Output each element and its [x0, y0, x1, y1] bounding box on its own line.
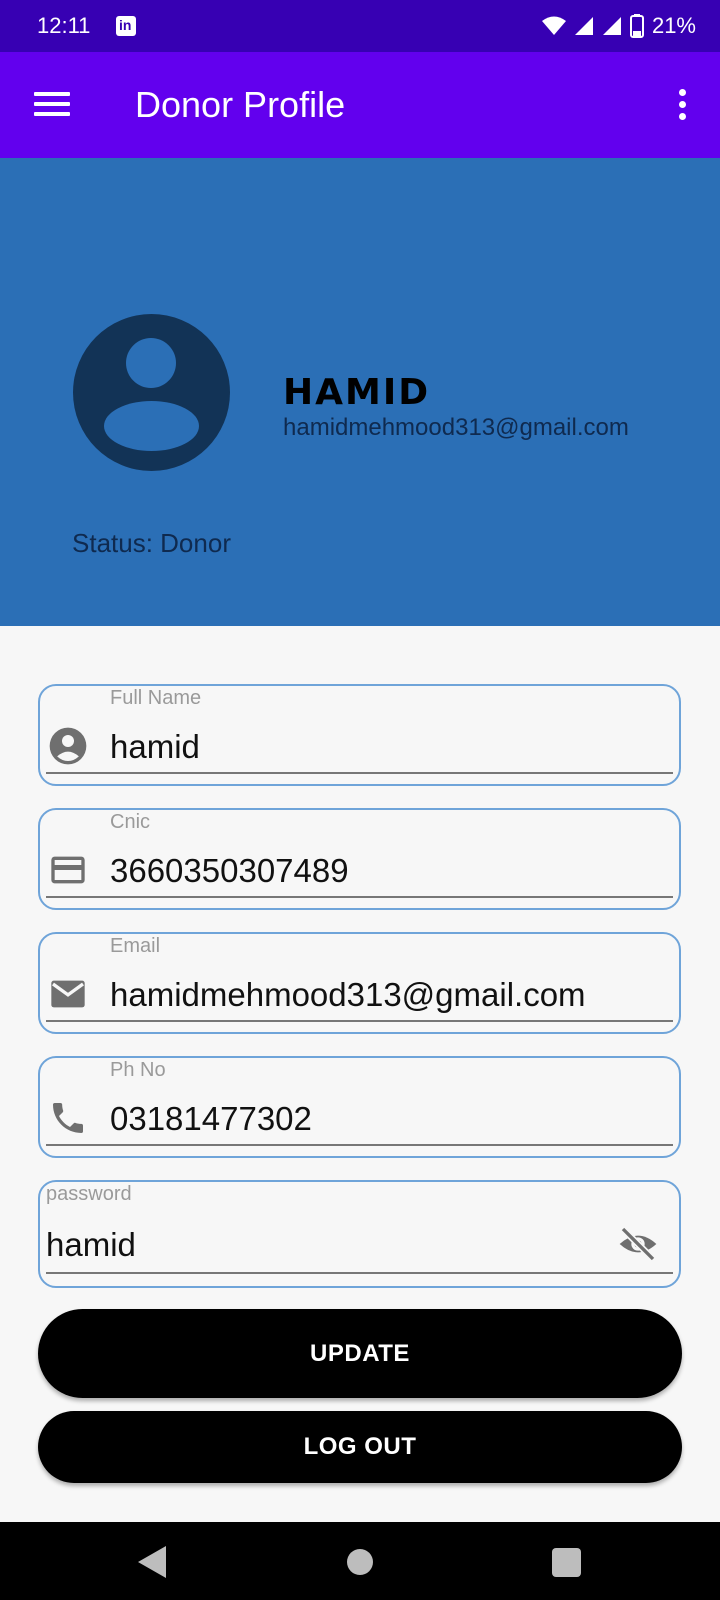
email-field[interactable]: Email hamidmehmood313@gmail.com: [38, 932, 681, 1034]
credit-card-icon: [51, 856, 85, 884]
phone-label: Ph No: [110, 1059, 166, 1081]
signal-icon: [602, 17, 621, 35]
password-label: password: [46, 1183, 132, 1205]
recents-icon[interactable]: [552, 1548, 581, 1577]
profile-name: HAMID: [283, 372, 431, 413]
field-underline: [46, 896, 673, 898]
status-time: 12:11: [37, 13, 91, 38]
password-field[interactable]: password hamid: [38, 1180, 681, 1288]
battery-icon: [629, 14, 644, 38]
wifi-icon: [541, 16, 566, 35]
page-title: Donor Profile: [135, 84, 346, 125]
hamburger-menu-icon[interactable]: [26, 83, 78, 127]
profile-status: Status: Donor: [72, 528, 231, 558]
field-underline: [46, 1020, 673, 1022]
field-underline: [46, 1144, 673, 1146]
battery-percentage: 21%: [651, 13, 696, 38]
cnic-field[interactable]: Cnic 3660350307489: [38, 808, 681, 910]
logout-button[interactable]: LOG OUT: [38, 1411, 682, 1483]
full-name-label: Full Name: [110, 687, 202, 709]
email-label: Email: [110, 935, 161, 957]
profile-email: hamidmehmood313@gmail.com: [283, 414, 629, 441]
field-underline: [46, 772, 673, 774]
system-nav-bar: [0, 1522, 720, 1600]
full-name-field[interactable]: Full Name hamid: [38, 684, 681, 786]
profile-header: HAMID hamidmehmood313@gmail.com Status: …: [0, 158, 720, 626]
full-name-input[interactable]: hamid: [110, 728, 200, 766]
signal-icon: [574, 17, 593, 35]
app-bar: Donor Profile: [0, 52, 720, 158]
back-icon[interactable]: [136, 1544, 168, 1580]
phone-field[interactable]: Ph No 03181477302: [38, 1056, 681, 1158]
phone-icon: [53, 1103, 83, 1133]
account-circle-icon: [49, 727, 87, 765]
cnic-label: Cnic: [110, 811, 151, 833]
visibility-off-icon[interactable]: [615, 1224, 661, 1264]
email-icon: [51, 980, 85, 1008]
update-button[interactable]: UPDATE: [38, 1309, 682, 1398]
account-circle-icon: [73, 314, 230, 471]
home-icon[interactable]: [347, 1549, 373, 1575]
email-input[interactable]: hamidmehmood313@gmail.com: [110, 976, 586, 1014]
status-bar: 12:11 in 21%: [0, 0, 720, 52]
phone-input[interactable]: 03181477302: [110, 1100, 312, 1138]
cnic-input[interactable]: 3660350307489: [110, 852, 349, 890]
field-underline: [46, 1272, 673, 1274]
more-vert-icon[interactable]: [672, 85, 692, 125]
linkedin-icon: in: [116, 16, 136, 36]
password-input[interactable]: hamid: [46, 1226, 136, 1264]
status-icons: 21%: [541, 13, 696, 39]
